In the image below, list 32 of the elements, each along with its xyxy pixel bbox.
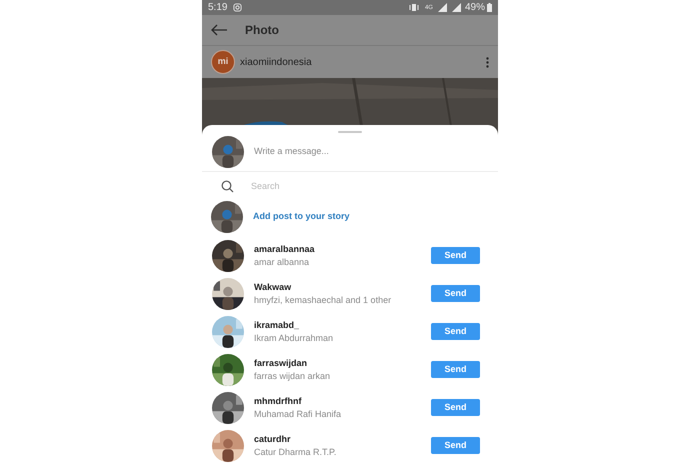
send-button[interactable]: Send [431,285,480,302]
search-field[interactable]: Search [251,180,479,194]
message-field[interactable]: Write a message... [254,145,488,159]
send-button[interactable]: Send [431,437,480,454]
recipient-username: mhmdrfhnf [254,394,302,408]
send-button[interactable]: Send [431,323,480,340]
battery-percentage: 49% [464,1,485,15]
recipient-username: Wakwaw [254,280,292,294]
recipient-username: ikramabd_ [254,318,300,332]
add-to-story-link[interactable]: Add post to your story [253,210,350,224]
camera-app-icon [233,3,242,12]
recipient-name: amar albanna [254,256,310,269]
page-title: Photo [245,22,279,39]
vibrate-icon [408,3,419,12]
search-icon [221,180,234,193]
recipient-username: amaralbannaa [254,242,316,256]
back-arrow-icon[interactable] [210,24,228,36]
clock: 5:19 [208,1,228,15]
post-username[interactable]: xiaomiindonesia [240,54,312,70]
recipient-username: farraswijdan [254,356,308,370]
recipient-name: hmyfzi, kemashaechal and 1 other [254,294,392,307]
recipient-name: Ikram Abdurrahman [254,332,334,345]
recipient-username: caturdhr [254,432,292,446]
send-button[interactable]: Send [431,361,480,378]
recipient-name: Muhamad Rafi Hanifa [254,408,342,421]
brand-avatar[interactable]: mi [211,50,235,74]
battery-icon [487,3,492,12]
recipient-name: farras wijdan arkan [254,370,332,383]
recipient-name: Catur Dharma R.T.P. [254,446,338,459]
send-button[interactable]: Send [431,399,480,416]
more-options-icon[interactable] [486,56,489,68]
send-button[interactable]: Send [431,247,480,264]
